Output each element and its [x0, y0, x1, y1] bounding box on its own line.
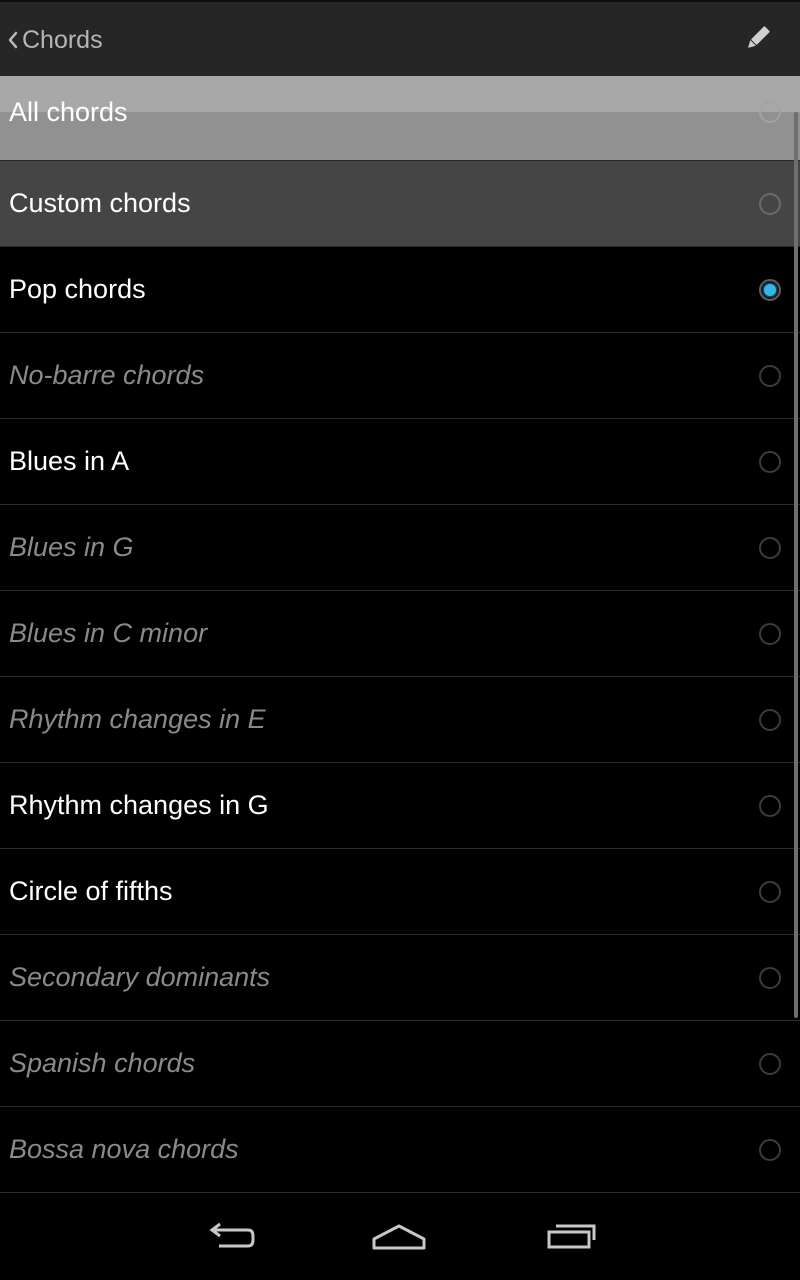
pencil-icon	[743, 23, 773, 58]
chord-set-label: Blues in C minor	[9, 618, 208, 648]
home-button[interactable]	[359, 1214, 439, 1264]
navigation-bar	[0, 1194, 800, 1280]
chord-set-label: Custom chords	[9, 188, 191, 218]
recent-apps-button[interactable]	[531, 1214, 611, 1264]
chord-set-label: All chords	[9, 96, 128, 127]
radio-unchecked-icon[interactable]	[759, 450, 781, 473]
radio-unchecked-icon[interactable]	[759, 364, 781, 387]
radio-unchecked-icon[interactable]	[759, 101, 781, 123]
recent-apps-icon	[546, 1222, 596, 1257]
chord-set-row[interactable]: Circle of fifths	[0, 849, 800, 935]
radio-unchecked-icon[interactable]	[759, 794, 781, 817]
radio-unchecked-icon[interactable]	[759, 536, 781, 559]
chord-set-row[interactable]: Blues in C minor	[0, 591, 800, 677]
radio-unchecked-icon[interactable]	[759, 880, 781, 903]
chord-set-label: Rhythm changes in G	[9, 790, 269, 820]
chord-set-label: Spanish chords	[9, 1048, 196, 1078]
screen: Chords All chords Custom chords Pop chords…	[0, 0, 800, 1280]
radio-unchecked-icon[interactable]	[759, 1138, 781, 1161]
scrollbar[interactable]	[794, 112, 798, 1018]
chord-set-label: Blues in A	[9, 446, 130, 476]
radio-unchecked-icon[interactable]	[759, 622, 781, 645]
chord-set-label: Blues in G	[9, 532, 134, 562]
chord-set-row[interactable]: All chords	[0, 76, 800, 161]
chord-set-row[interactable]: Rhythm changes in E	[0, 677, 800, 763]
chord-set-label: Rhythm changes in E	[9, 704, 266, 734]
chord-set-row[interactable]: Bossa nova chords	[0, 1107, 800, 1193]
back-button[interactable]	[190, 1214, 270, 1264]
radio-unchecked-icon[interactable]	[759, 966, 781, 989]
chord-set-label: No-barre chords	[9, 360, 205, 390]
radio-unchecked-icon[interactable]	[759, 192, 781, 215]
chord-set-row[interactable]: Secondary dominants	[0, 935, 800, 1021]
chord-set-label: Circle of fifths	[9, 876, 173, 906]
radio-checked-icon[interactable]	[759, 278, 781, 301]
chevron-left-icon	[6, 30, 20, 50]
chord-set-row[interactable]: Rhythm changes in G	[0, 763, 800, 849]
home-icon	[372, 1222, 426, 1257]
chord-set-row[interactable]: Pop chords	[0, 247, 800, 333]
chord-set-label: Pop chords	[9, 274, 146, 304]
radio-unchecked-icon[interactable]	[759, 708, 781, 731]
chord-set-row[interactable]: Blues in G	[0, 505, 800, 591]
chord-set-row[interactable]: No-barre chords	[0, 333, 800, 419]
edit-button[interactable]	[734, 16, 782, 64]
back-icon	[205, 1222, 255, 1257]
action-bar: Chords	[0, 0, 800, 76]
chord-set-label: Secondary dominants	[9, 962, 271, 992]
page-title: Chords	[22, 25, 103, 54]
chord-set-label: Bossa nova chords	[9, 1134, 239, 1164]
chord-set-row[interactable]: Blues in A	[0, 419, 800, 505]
chord-set-row[interactable]: Spanish chords	[0, 1021, 800, 1107]
up-button[interactable]: Chords	[0, 2, 123, 78]
chord-set-row[interactable]: Custom chords	[0, 161, 800, 247]
radio-unchecked-icon[interactable]	[759, 1052, 781, 1075]
chord-set-list: All chords Custom chords Pop chords No-barr…	[0, 76, 800, 1193]
